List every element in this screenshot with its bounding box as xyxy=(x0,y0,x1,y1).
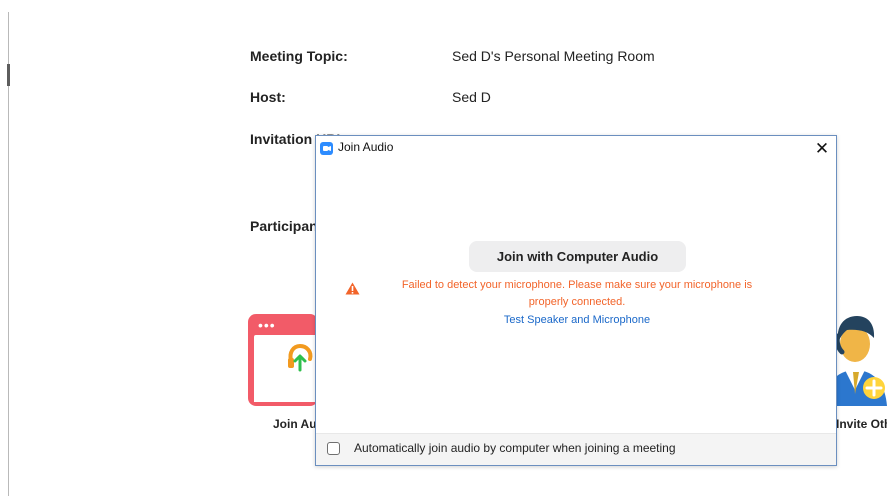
close-icon[interactable]: ✕ xyxy=(811,138,833,158)
join-audio-button[interactable]: ••• xyxy=(248,314,318,406)
auto-join-audio-checkbox[interactable] xyxy=(327,442,340,455)
meeting-topic-label: Meeting Topic: xyxy=(250,48,348,64)
test-speaker-microphone-link[interactable]: Test Speaker and Microphone xyxy=(482,314,672,326)
dialog-footer: Automatically join audio by computer whe… xyxy=(316,433,836,465)
invite-others-label: Invite Others xyxy=(836,417,887,431)
headphones-icon xyxy=(288,343,313,372)
microphone-warning-line-1: Failed to detect your microphone. Please… xyxy=(401,279,753,291)
zoom-app-icon xyxy=(320,142,333,155)
zoom-meeting-window: Meeting Topic: Sed D's Personal Meeting … xyxy=(0,0,887,496)
host-value: Sed D xyxy=(452,89,491,105)
card-menu-dots: ••• xyxy=(258,317,276,333)
host-label: Host: xyxy=(250,89,286,105)
warning-triangle-icon xyxy=(345,282,360,295)
microphone-warning-line-2: properly connected. xyxy=(528,296,626,308)
dialog-title: Join Audio xyxy=(338,140,394,154)
meeting-topic-value: Sed D's Personal Meeting Room xyxy=(452,48,655,64)
dialog-titlebar: Join Audio ✕ xyxy=(316,136,836,160)
invitation-url-fragment xyxy=(460,127,760,135)
join-audio-dialog: Join Audio ✕ Join with Computer Audio Fa… xyxy=(315,135,837,466)
auto-join-audio-label[interactable]: Automatically join audio by computer whe… xyxy=(354,441,676,455)
join-with-computer-audio-button[interactable]: Join with Computer Audio xyxy=(469,241,686,272)
window-divider-handle xyxy=(7,64,10,86)
